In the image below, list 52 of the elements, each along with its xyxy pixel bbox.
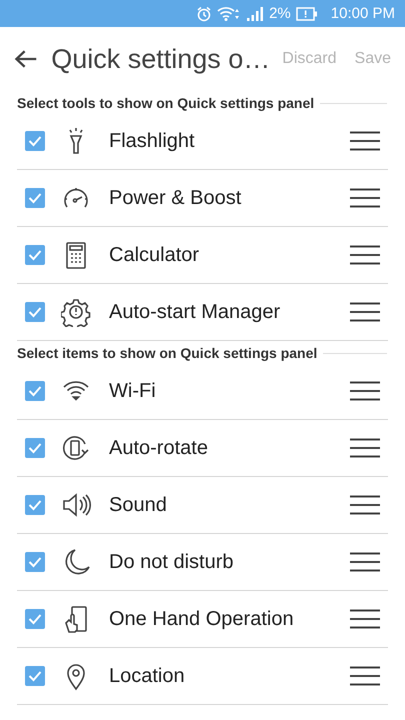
check-icon xyxy=(28,306,42,318)
check-icon xyxy=(28,249,42,261)
battery-percent: 2% xyxy=(269,5,291,22)
drag-handle-icon[interactable] xyxy=(350,188,380,208)
clock: 10:00 PM xyxy=(330,5,395,22)
battery-icon xyxy=(296,6,318,20)
check-icon xyxy=(28,556,42,568)
checkbox[interactable] xyxy=(25,381,45,401)
checkbox[interactable] xyxy=(25,495,45,515)
item-label: Flashlight xyxy=(109,130,196,152)
item-label: Power & Boost xyxy=(109,186,242,210)
checkbox[interactable] xyxy=(25,438,45,458)
checkbox[interactable] xyxy=(25,245,45,265)
item-label: Wi-Fi xyxy=(109,380,157,402)
signal-icon xyxy=(246,6,264,22)
drag-handle-icon[interactable] xyxy=(350,131,380,151)
check-icon xyxy=(28,499,42,511)
drag-handle-icon[interactable] xyxy=(350,245,380,265)
section-heading: Select tools to show on Quick settings panel xyxy=(17,95,314,111)
check-icon xyxy=(28,670,42,682)
item-label: Location xyxy=(109,664,186,688)
check-icon xyxy=(28,613,42,625)
item-label: Do not disturb xyxy=(109,550,235,574)
item-label: One Hand Operation xyxy=(109,608,295,630)
checkbox[interactable] xyxy=(25,188,45,208)
item-label: Auto-rotate xyxy=(109,436,209,460)
drag-handle-icon[interactable] xyxy=(350,552,380,572)
checkbox[interactable] xyxy=(25,666,45,686)
drag-handle-icon[interactable] xyxy=(350,495,380,515)
check-icon xyxy=(28,135,42,147)
item-label: Calculator xyxy=(109,244,200,266)
drag-handle-icon[interactable] xyxy=(350,302,380,322)
drag-handle-icon[interactable] xyxy=(350,609,380,629)
checkbox[interactable] xyxy=(25,552,45,572)
checkbox[interactable] xyxy=(25,131,45,151)
checkbox[interactable] xyxy=(25,609,45,629)
back-arrow-icon[interactable] xyxy=(14,49,38,69)
item-label: Sound xyxy=(109,494,168,516)
drag-handle-icon[interactable] xyxy=(350,438,380,458)
checkbox[interactable] xyxy=(25,302,45,322)
alarm-icon xyxy=(196,6,212,22)
drag-handle-icon[interactable] xyxy=(350,666,380,686)
rotate-icon xyxy=(61,433,91,463)
check-icon xyxy=(28,192,42,204)
gear-icon xyxy=(61,297,91,327)
section-heading: Select items to show on Quick settings panel xyxy=(17,345,318,361)
check-icon xyxy=(28,442,42,454)
wifi-icon xyxy=(217,6,242,22)
drag-handle-icon[interactable] xyxy=(350,381,380,401)
check-icon xyxy=(28,385,42,397)
item-label: Auto-start Manager xyxy=(109,300,282,324)
page-title: Quick settings o… xyxy=(51,44,270,74)
